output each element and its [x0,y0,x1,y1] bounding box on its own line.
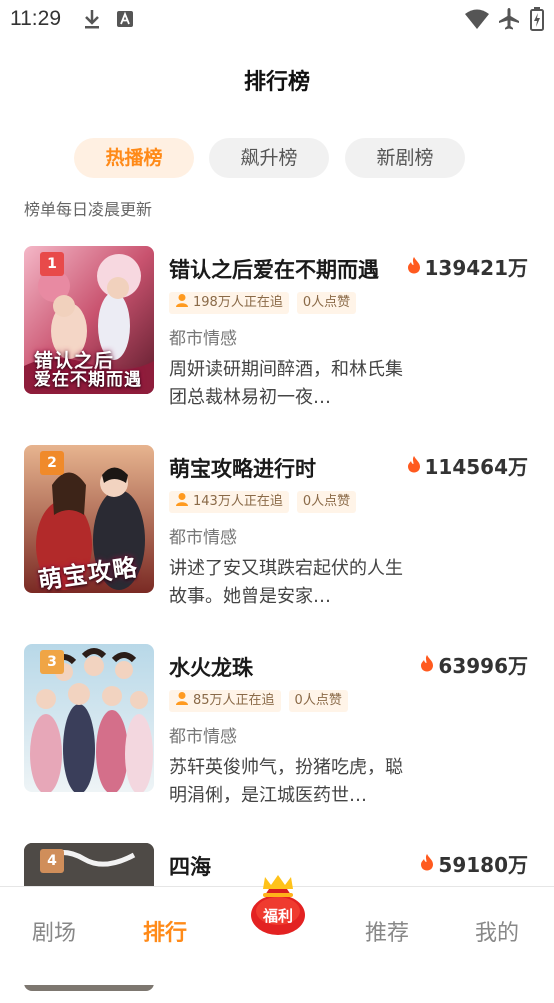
nav-recommend[interactable]: 推荐 [365,915,409,947]
drama-title: 萌宝攻略进行时 [169,457,316,481]
stats: 198万人正在追 0人点赞 [169,292,357,314]
welfare-label: 福利 [262,907,293,925]
airplane-icon [497,7,521,35]
nav-welfare[interactable]: 福利 [247,871,309,935]
cover-image: 3 [24,644,154,792]
description: 周妍读研期间醉酒，和林氏集团总裁林易初一夜… [169,359,403,408]
font-icon [116,10,134,32]
tab-new[interactable]: 新剧榜 [345,138,465,178]
heat-value: 59180万 [420,849,528,878]
rank-badge: 2 [40,451,64,475]
drama-title: 四海 [169,855,211,879]
drama-title: 错认之后爱在不期而遇 [169,258,379,282]
user-icon [175,492,189,512]
heat-value: 139421万 [407,252,528,281]
ranking-tabs: 热播榜 飙升榜 新剧榜 [0,138,554,180]
cover-title: 错认之后 爱在不期而遇 [34,350,142,391]
battery-icon [530,7,544,35]
nav-theater[interactable]: 剧场 [32,915,76,947]
genre: 都市情感 [169,528,237,548]
page-title: 排行榜 [243,70,310,95]
update-note: 榜单每日凌晨更新 [24,200,153,219]
followers-chip: 198万人正在追 [169,292,289,314]
nav-ranking[interactable]: 排行 [143,915,187,947]
list-item[interactable]: 3 水火龙珠 63996万 85万人正在追 0人点赞 都市情感 苏轩英俊帅气，扮… [0,644,554,806]
drama-title: 水火龙珠 [169,656,253,680]
fire-icon [407,255,421,279]
tab-hot[interactable]: 热播榜 [74,138,194,178]
list-item[interactable]: 2 萌宝攻略 萌宝攻略进行时 114564万 143万人正在追 0人点赞 都市情… [0,445,554,607]
fire-icon [420,852,434,876]
likes-chip: 0人点赞 [288,690,348,712]
genre: 都市情感 [169,727,237,747]
genre: 都市情感 [169,329,237,349]
fire-icon [407,454,421,478]
bottom-tab-bar: 剧场 排行 福利 推荐 我的 [0,875,554,985]
followers-chip: 143万人正在追 [169,491,289,513]
stats: 85万人正在追 0人点赞 [169,690,348,712]
heat-value: 63996万 [420,650,528,679]
followers-chip: 85万人正在追 [169,690,281,712]
likes-chip: 0人点赞 [296,491,357,513]
rank-badge: 3 [40,650,64,674]
stats: 143万人正在追 0人点赞 [169,491,357,513]
wifi-icon [464,8,490,34]
rank-badge: 4 [40,849,64,873]
likes-chip: 0人点赞 [296,292,357,314]
status-time: 11:29 [10,7,61,30]
description: 讲述了安又琪跌宕起伏的人生故事。她曾是安家… [169,558,403,607]
cover-image: 2 萌宝攻略 [24,445,154,593]
fire-icon [420,653,434,677]
rank-badge: 1 [40,252,64,276]
list-item[interactable]: 1 错认之后 爱在不期而遇 错认之后爱在不期而遇 139421万 198万人正在追… [0,246,554,408]
nav-mine[interactable]: 我的 [475,915,519,947]
tab-rising[interactable]: 飙升榜 [209,138,329,178]
status-bar: 11:29 [0,0,554,38]
user-icon [175,691,189,711]
user-icon [175,293,189,313]
cover-image: 1 错认之后 爱在不期而遇 [24,246,154,394]
heat-value: 114564万 [407,451,528,480]
description: 苏轩英俊帅气，扮猪吃虎，聪明涓俐，是江城医药世… [169,757,403,806]
download-icon [82,8,102,34]
